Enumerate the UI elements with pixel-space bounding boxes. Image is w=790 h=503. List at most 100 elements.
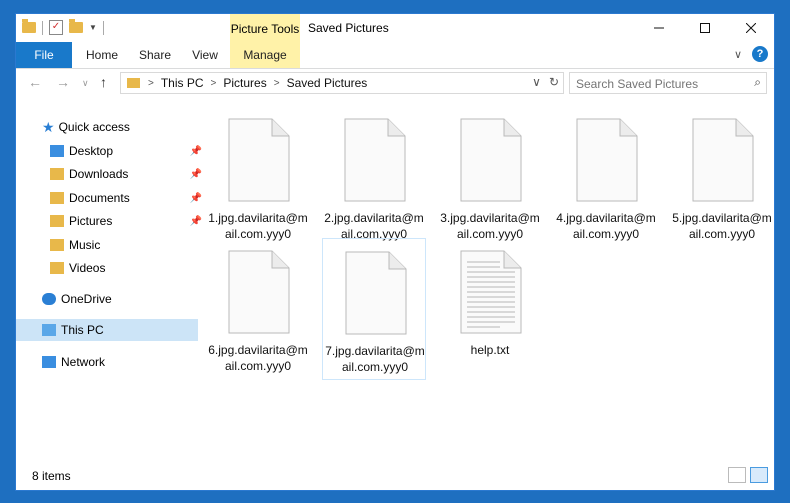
details-view-icon[interactable] <box>728 467 746 483</box>
cloud-icon <box>42 293 56 305</box>
crumb-pictures[interactable]: Pictures <box>223 76 266 90</box>
videos-folder-icon <box>50 262 64 274</box>
minimize-button[interactable] <box>636 14 682 42</box>
file-item[interactable]: 1.jpg.davilarita@mail.com.yyy0 <box>206 110 310 242</box>
nav-item-desktop[interactable]: Desktop 📌 <box>16 140 206 162</box>
file-name: 1.jpg.davilarita@mail.com.yyy0 <box>208 211 308 241</box>
nav-item-downloads[interactable]: Downloads 📌 <box>16 163 206 185</box>
ribbon-tabs: File Home Share View Manage ∨ ? <box>16 42 774 69</box>
blank-file-icon <box>228 118 290 202</box>
nav-label: OneDrive <box>61 292 112 306</box>
file-list: 1.jpg.davilarita@mail.com.yyy0 2.jpg.dav… <box>186 102 772 462</box>
crumb-saved-pictures[interactable]: Saved Pictures <box>287 76 368 90</box>
crumb-separator[interactable]: > <box>148 78 154 89</box>
nav-item-documents[interactable]: Documents 📌 <box>16 187 206 209</box>
forward-arrow-icon[interactable]: → <box>56 74 70 90</box>
recent-locations-icon[interactable]: ∨ <box>82 78 89 89</box>
minimize-icon <box>654 27 664 29</box>
file-item[interactable]: 6.jpg.davilarita@mail.com.yyy0 <box>206 242 310 374</box>
tab-view[interactable]: View <box>184 42 226 68</box>
nav-label: Quick access <box>58 120 130 134</box>
search-icon: ⌕ <box>754 75 761 89</box>
nav-item-quick-access[interactable]: ★ Quick access <box>16 116 198 138</box>
maximize-button[interactable] <box>682 14 728 42</box>
nav-item-pictures[interactable]: Pictures 📌 <box>16 210 206 232</box>
large-icons-view-icon[interactable] <box>750 467 768 483</box>
status-bar: 8 items <box>16 464 774 490</box>
network-icon <box>42 356 56 368</box>
window-title: Saved Pictures <box>308 21 389 35</box>
file-item[interactable]: 4.jpg.davilarita@mail.com.yyy0 <box>554 110 658 242</box>
nav-label: Videos <box>69 261 106 275</box>
blank-file-icon <box>228 250 290 334</box>
file-item[interactable]: help.txt <box>438 242 542 374</box>
tab-home[interactable]: Home <box>78 42 126 68</box>
file-name: 5.jpg.davilarita@mail.com.yyy0 <box>672 211 772 241</box>
search-input[interactable] <box>574 74 748 94</box>
nav-label: This PC <box>61 323 104 337</box>
crumb-separator[interactable]: > <box>211 78 217 89</box>
picture-tools-label: Picture Tools <box>230 22 300 36</box>
nav-item-videos[interactable]: Videos <box>16 257 206 279</box>
star-icon: ★ <box>42 118 55 135</box>
expand-ribbon-icon[interactable]: ∨ <box>734 48 742 61</box>
folder-icon <box>127 78 140 88</box>
quick-access-toolbar: ✓ ▼ <box>22 19 104 35</box>
nav-label: Music <box>69 238 101 252</box>
help-icon[interactable]: ? <box>752 46 768 62</box>
documents-folder-icon <box>50 192 64 204</box>
file-item[interactable]: 2.jpg.davilarita@mail.com.yyy0 <box>322 110 426 242</box>
blank-file-icon <box>692 118 754 202</box>
qat-separator <box>42 20 43 35</box>
blank-file-icon <box>460 118 522 202</box>
ribbon-controls: ∨ ? <box>734 46 768 62</box>
file-name: 4.jpg.davilarita@mail.com.yyy0 <box>556 211 656 241</box>
close-icon <box>746 23 756 33</box>
item-count: 8 items <box>32 469 71 483</box>
text-file-icon <box>460 250 522 334</box>
address-row: ← → ∨ ↑ > This PC > Pictures > Saved Pic… <box>16 69 774 97</box>
refresh-icon[interactable]: ↻ <box>549 75 559 89</box>
address-controls: ∨ ↻ <box>532 75 559 89</box>
new-folder-icon[interactable] <box>69 19 83 33</box>
properties-icon[interactable]: ✓ <box>49 20 63 35</box>
computer-icon <box>42 324 56 336</box>
up-arrow-icon[interactable]: ↑ <box>100 74 107 90</box>
nav-item-network[interactable]: Network <box>16 351 198 373</box>
nav-item-onedrive[interactable]: OneDrive <box>16 288 198 310</box>
tab-file[interactable]: File <box>16 42 72 68</box>
customize-qat-icon[interactable]: ▼ <box>89 23 97 32</box>
nav-label: Desktop <box>69 144 114 158</box>
file-name: help.txt <box>470 343 510 357</box>
back-arrow-icon[interactable]: ← <box>28 74 42 90</box>
close-button[interactable] <box>728 14 774 42</box>
desktop-folder-icon <box>50 145 64 157</box>
nav-label: Downloads <box>69 167 129 181</box>
view-buttons <box>728 467 768 483</box>
music-folder-icon <box>50 239 64 251</box>
tab-share[interactable]: Share <box>132 42 178 68</box>
tab-manage[interactable]: Manage <box>230 42 300 68</box>
nav-label: Pictures <box>69 214 113 228</box>
nav-item-music[interactable]: Music <box>16 234 206 256</box>
file-item[interactable]: 7.jpg.davilarita@mail.com.yyy0 <box>322 238 426 380</box>
file-name: 6.jpg.davilarita@mail.com.yyy0 <box>208 343 308 373</box>
navigation-pane: ★ Quick access Desktop 📌 Downloads 📌 Doc… <box>16 104 202 464</box>
blank-file-icon <box>576 118 638 202</box>
downloads-folder-icon <box>50 168 64 180</box>
blank-file-icon <box>345 251 407 335</box>
crumb-separator[interactable]: > <box>274 78 280 89</box>
nav-label: Documents <box>69 191 130 205</box>
file-item[interactable]: 3.jpg.davilarita@mail.com.yyy0 <box>438 110 542 242</box>
dropdown-icon[interactable]: ∨ <box>532 75 541 89</box>
qat-separator <box>102 20 104 35</box>
file-name: 3.jpg.davilarita@mail.com.yyy0 <box>440 211 540 241</box>
crumb-this-pc[interactable]: This PC <box>161 76 204 90</box>
search-box[interactable]: ⌕ <box>569 72 767 94</box>
address-bar[interactable]: > This PC > Pictures > Saved Pictures ∨ … <box>120 72 564 94</box>
nav-item-this-pc[interactable]: This PC <box>16 319 198 341</box>
explorer-window: ✓ ▼ Picture Tools Saved Pictures File Ho… <box>15 13 775 491</box>
file-item[interactable]: 5.jpg.davilarita@mail.com.yyy0 <box>670 110 774 242</box>
pictures-folder-icon <box>50 215 64 227</box>
blank-file-icon <box>344 118 406 202</box>
